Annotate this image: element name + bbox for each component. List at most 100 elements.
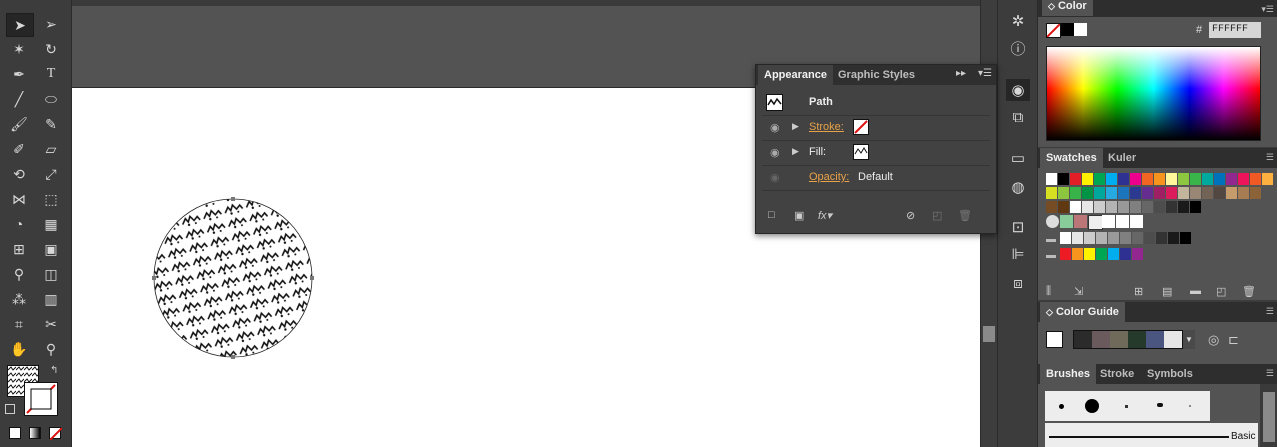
swap-fill-stroke-icon[interactable]: ↰ <box>50 365 58 376</box>
color-swatch[interactable] <box>1130 173 1141 185</box>
eye-icon[interactable]: ◉ <box>770 121 780 134</box>
color-swatch[interactable] <box>1238 187 1249 199</box>
color-swatch[interactable] <box>1190 187 1201 199</box>
color-swatch[interactable] <box>1094 173 1105 185</box>
color-swatch[interactable] <box>1070 201 1081 213</box>
color-swatch[interactable] <box>1108 248 1119 260</box>
gradient-panel-icon[interactable]: ▭ <box>1006 147 1030 169</box>
color-swatch[interactable] <box>1058 187 1069 199</box>
color-swatch[interactable] <box>1072 232 1083 244</box>
tab-stroke[interactable]: Stroke <box>1094 364 1140 384</box>
tab-graphic-styles[interactable]: Graphic Styles <box>832 65 921 85</box>
tab-color[interactable]: ◇ Color <box>1042 0 1093 16</box>
stroke-none-swatch[interactable] <box>853 119 869 135</box>
align-left-icon[interactable]: ⊫ <box>1006 243 1030 265</box>
slice-icon[interactable]: ✂ <box>38 313 64 335</box>
appearance-fill-row[interactable]: ◉ ▶ Fill: <box>762 141 990 166</box>
pen-icon[interactable]: ✒ <box>6 63 32 85</box>
expand-triangle-icon[interactable]: ▶ <box>792 121 799 132</box>
color-mode-icon[interactable] <box>9 427 21 439</box>
navigator-icon[interactable]: ✲ <box>1006 10 1030 32</box>
align-icon[interactable]: ⊡ <box>1006 216 1030 238</box>
color-swatch[interactable] <box>1250 173 1261 185</box>
basic-brush-row[interactable]: Basic <box>1045 423 1258 447</box>
appearance-opacity-row[interactable]: ◉ Opacity: Default <box>762 166 990 191</box>
color-swatch[interactable] <box>1058 173 1069 185</box>
tab-kuler[interactable]: Kuler <box>1102 148 1142 168</box>
color-swatch[interactable] <box>1084 232 1095 244</box>
white-swatch[interactable] <box>1074 23 1087 36</box>
color-swatch[interactable] <box>1130 187 1141 199</box>
pattern-swatch[interactable] <box>1060 215 1073 228</box>
color-swatch[interactable] <box>1214 187 1225 199</box>
harmony-swatch[interactable] <box>1128 331 1146 348</box>
gradient-mode-icon[interactable] <box>29 427 41 439</box>
brush-dot-small[interactable] <box>1059 404 1064 409</box>
clear-appearance-icon[interactable]: ⊘ <box>906 209 915 222</box>
appearance-stroke-row[interactable]: ◉ ▶ Stroke: <box>762 116 990 141</box>
zoom-icon[interactable]: ⚲ <box>38 338 64 360</box>
scale-icon[interactable]: ⤢ <box>38 163 64 185</box>
panel-menu-icon[interactable]: ☰ <box>1266 306 1274 317</box>
add-stroke-icon[interactable]: □ <box>768 209 775 221</box>
scrollbar-thumb[interactable] <box>983 326 995 342</box>
color-swatch[interactable] <box>1082 173 1093 185</box>
appearance-panel-icon[interactable]: ◉ <box>1006 79 1030 101</box>
blend-icon[interactable]: ◫ <box>38 263 64 285</box>
default-fill-stroke-icon[interactable] <box>5 404 15 414</box>
show-kinds-icon[interactable]: ⊞ <box>1134 285 1143 298</box>
color-swatch[interactable] <box>1226 173 1237 185</box>
color-swatch[interactable] <box>1238 173 1249 185</box>
panel-menu-icon[interactable]: ▾☰ <box>978 68 992 79</box>
color-swatch[interactable] <box>1178 201 1189 213</box>
color-swatch[interactable] <box>1132 232 1143 244</box>
color-swatch[interactable] <box>1096 248 1107 260</box>
color-swatch[interactable] <box>1178 173 1189 185</box>
color-swatch[interactable] <box>1046 187 1057 199</box>
pencil-icon[interactable]: ✎ <box>38 113 64 135</box>
gradient-icon[interactable]: ▣ <box>38 238 64 260</box>
color-swatch[interactable] <box>1046 173 1057 185</box>
harmony-swatch[interactable] <box>1164 331 1182 348</box>
color-swatch[interactable] <box>1166 187 1177 199</box>
color-swatch[interactable] <box>1106 187 1117 199</box>
color-swatch[interactable] <box>1106 173 1117 185</box>
pattern-swatch[interactable] <box>1088 215 1103 230</box>
panel-menu-icon[interactable]: ☰ <box>1266 368 1274 379</box>
color-swatch[interactable] <box>1070 187 1081 199</box>
black-swatch[interactable] <box>1061 23 1074 36</box>
new-group-icon[interactable]: ▬ <box>1190 285 1201 297</box>
hex-input[interactable]: FFFFFF <box>1209 22 1261 38</box>
pattern-swatch[interactable] <box>1046 215 1059 228</box>
save-color-group-icon[interactable]: ⊏ <box>1228 332 1239 348</box>
color-swatch[interactable] <box>1120 232 1131 244</box>
color-swatch[interactable] <box>1154 187 1165 199</box>
edit-colors-icon[interactable]: ◎ <box>1208 332 1219 348</box>
eye-icon[interactable]: ◉ <box>770 171 780 184</box>
color-swatch[interactable] <box>1154 173 1165 185</box>
harmony-swatch[interactable] <box>1110 331 1128 348</box>
harmony-dropdown-icon[interactable]: ▼ <box>1183 330 1195 349</box>
color-swatch[interactable] <box>1084 248 1095 260</box>
color-swatch[interactable] <box>1094 201 1105 213</box>
color-swatch[interactable] <box>1118 173 1129 185</box>
harmony-swatch[interactable] <box>1092 331 1110 348</box>
collapse-icon[interactable]: ▸▸ <box>956 68 966 79</box>
brush-calligraphic-2[interactable] <box>1157 403 1163 407</box>
brushes-scrollbar[interactable] <box>1260 384 1277 447</box>
eraser-icon[interactable]: ▱ <box>38 138 64 160</box>
color-swatch[interactable] <box>1154 201 1165 213</box>
shape-builder-icon[interactable]: ◔ <box>6 213 32 235</box>
swatch-options-icon[interactable]: ▤ <box>1162 285 1172 298</box>
duplicate-item-icon[interactable]: ◰ <box>932 209 942 222</box>
place-swatches-icon[interactable]: ⇲ <box>1074 285 1083 298</box>
color-swatch[interactable] <box>1082 187 1093 199</box>
mesh-icon[interactable]: ⊞ <box>6 238 32 260</box>
color-swatch[interactable] <box>1120 248 1131 260</box>
pattern-swatch[interactable] <box>1130 215 1143 228</box>
eyedropper-icon[interactable]: ⚲ <box>6 263 32 285</box>
none-mode-icon[interactable] <box>49 427 63 441</box>
line-segment-icon[interactable]: ╱ <box>6 88 32 110</box>
color-swatch[interactable] <box>1142 187 1153 199</box>
color-swatch[interactable] <box>1046 201 1057 213</box>
